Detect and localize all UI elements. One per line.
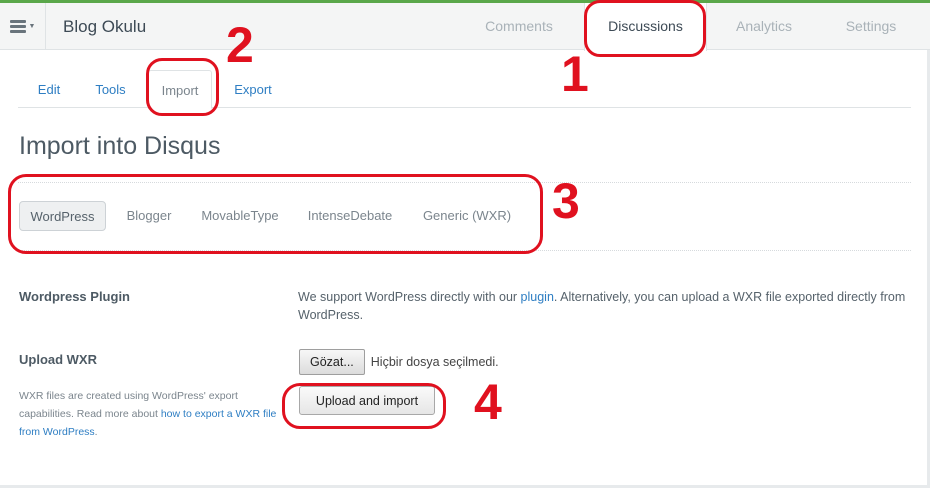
platform-intensedebate[interactable]: IntenseDebate	[300, 201, 400, 231]
page-title: Import into Disqus	[19, 132, 221, 160]
tab-analytics[interactable]: Analytics	[716, 3, 812, 51]
description-text: We support WordPress directly with our	[298, 290, 521, 304]
wordpress-plugin-description: We support WordPress directly with our p…	[298, 288, 910, 324]
upload-wxr-label: Upload WXR	[19, 352, 97, 367]
wxr-help-note: WXR files are created using WordPress' e…	[19, 387, 279, 441]
subtab-export[interactable]: Export	[226, 70, 280, 108]
annotation-number-2: 2	[226, 17, 254, 73]
sub-navigation: Edit Tools Import Export	[18, 70, 911, 109]
annotation-number-3: 3	[552, 173, 580, 229]
annotation-number-1: 1	[561, 46, 589, 102]
site-title[interactable]: Blog Okulu	[63, 17, 146, 37]
tab-discussions[interactable]: Discussions	[584, 3, 707, 51]
platform-blogger[interactable]: Blogger	[118, 201, 180, 231]
platform-generic-wxr[interactable]: Generic (WXR)	[414, 201, 520, 231]
upload-and-import-button[interactable]: Upload and import	[299, 386, 435, 415]
divider	[18, 182, 911, 183]
chevron-down-icon: ▼	[28, 23, 36, 30]
plugin-link[interactable]: plugin	[521, 290, 554, 304]
subtab-import[interactable]: Import	[148, 70, 212, 109]
note-text: .	[94, 426, 98, 438]
subtab-edit[interactable]: Edit	[24, 70, 74, 108]
annotation-number-4: 4	[474, 374, 502, 430]
wordpress-plugin-label: Wordpress Plugin	[19, 289, 130, 304]
tab-settings[interactable]: Settings	[826, 3, 916, 51]
platform-wordpress[interactable]: WordPress	[19, 201, 106, 231]
tab-comments[interactable]: Comments	[467, 3, 571, 51]
file-input: Gözat... Hiçbir dosya seçilmedi.	[299, 349, 499, 375]
main-menu-button[interactable]: ▼	[0, 3, 46, 50]
platform-movabletype[interactable]: MovableType	[193, 201, 287, 231]
file-status-text: Hiçbir dosya seçilmedi.	[370, 355, 499, 369]
divider	[18, 250, 911, 251]
hamburger-menu-icon	[9, 20, 26, 33]
browse-file-button[interactable]: Gözat...	[299, 349, 365, 375]
subtab-tools[interactable]: Tools	[84, 70, 137, 108]
